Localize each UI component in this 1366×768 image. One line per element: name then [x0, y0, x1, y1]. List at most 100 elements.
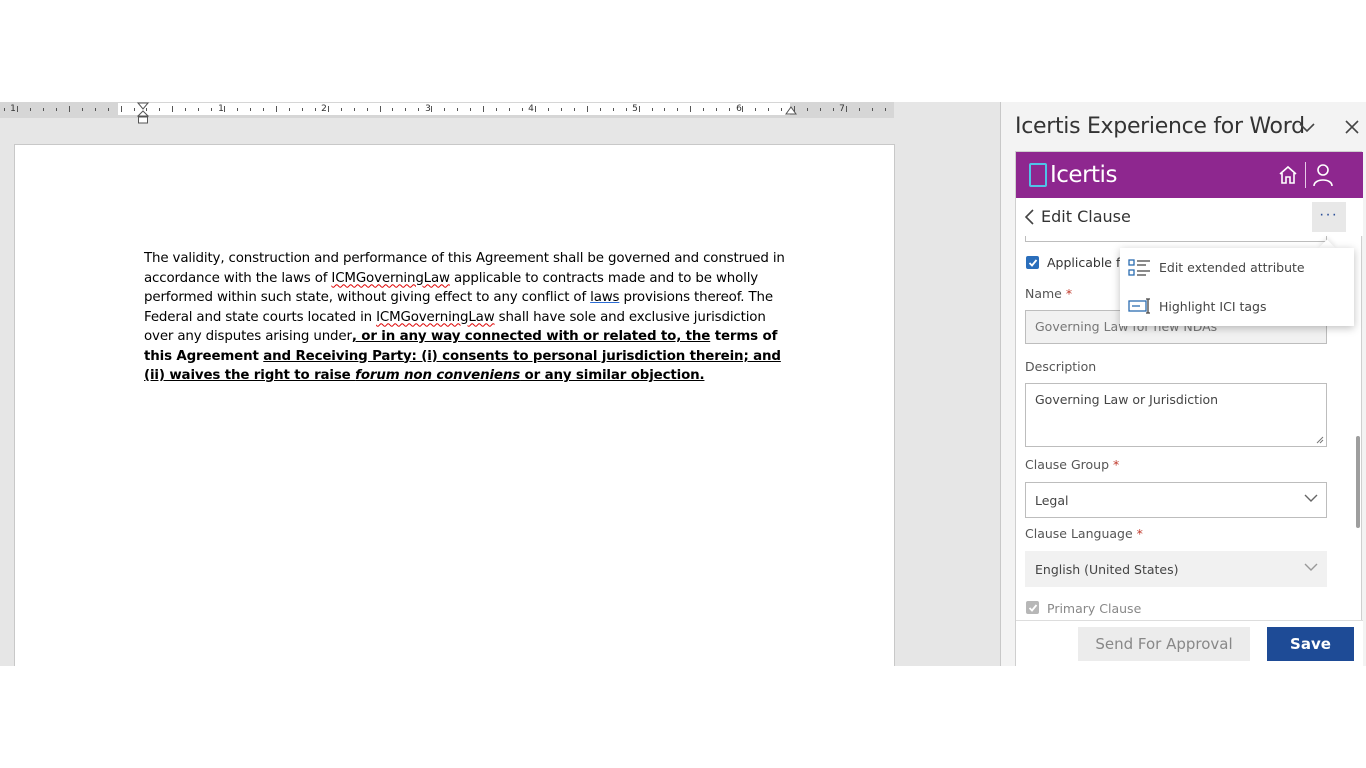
ruler-tick — [626, 108, 627, 111]
ruler-tick — [159, 108, 160, 111]
ruler-tick — [146, 108, 147, 111]
ruler-tick — [742, 106, 743, 112]
task-pane: Icertis Experience for Word Icertis Edit… — [1001, 102, 1366, 666]
right-indent-marker-icon[interactable] — [785, 106, 797, 118]
icertis-addin: Icertis Edit Clause ··· Applicable fo Na… — [1015, 151, 1363, 666]
ruler-tick — [652, 108, 653, 111]
resize-grip-icon[interactable] — [1316, 436, 1324, 444]
ruler-tick — [17, 106, 18, 112]
clause-group-label: Clause Group * — [1025, 457, 1120, 472]
ruler-tick — [470, 108, 471, 111]
menu-item-edit-extended-attribute[interactable]: Edit extended attribute — [1120, 248, 1354, 287]
ruler-tick — [859, 108, 860, 111]
ruler-tick — [263, 108, 264, 111]
menu-item-highlight-ici-tags[interactable]: Highlight ICI tags — [1120, 287, 1354, 326]
home-icon[interactable] — [1277, 164, 1299, 186]
tag-highlight-icon — [1128, 298, 1150, 314]
divider — [1305, 162, 1306, 188]
horizontal-ruler[interactable]: 1 1 2 3 4 5 6 7 — [0, 102, 894, 124]
laws-word: laws — [590, 290, 620, 305]
ruler-tick — [483, 106, 484, 112]
ruler-tick — [768, 108, 769, 111]
ruler-tick — [807, 108, 808, 111]
ici-tag-governing-law[interactable]: ICMGoverningLaw — [331, 271, 450, 286]
ruler-tick — [392, 108, 393, 111]
ruler-tick — [302, 108, 303, 111]
ruler-tick — [95, 108, 96, 111]
menu-item-label: Edit extended attribute — [1159, 260, 1305, 275]
previous-field — [1025, 236, 1327, 242]
back-chevron-icon[interactable] — [1023, 208, 1035, 226]
ruler-tick — [56, 108, 57, 111]
ruler-tick — [846, 106, 847, 112]
chevron-down-icon[interactable] — [1297, 118, 1317, 138]
ruler-tick — [121, 106, 122, 112]
ici-tag-governing-law[interactable]: ICMGoverningLaw — [376, 310, 495, 325]
tracked-insertion: or any similar objection. — [520, 368, 705, 383]
ruler-tick — [237, 108, 238, 111]
ruler-tick — [509, 108, 510, 111]
icertis-logo: Icertis — [1029, 162, 1117, 188]
ruler-tick — [367, 108, 368, 111]
ruler-tick — [198, 108, 199, 111]
ruler-tick — [315, 108, 316, 111]
tracked-insertion-italic: forum non conveniens — [355, 368, 521, 383]
ruler-tick — [664, 108, 665, 111]
check-icon — [1028, 604, 1038, 612]
chevron-down-icon — [1304, 494, 1318, 502]
ruler-tick — [677, 108, 678, 111]
ruler-tick — [224, 106, 225, 112]
ruler-tick — [328, 106, 329, 112]
ruler-tick — [522, 108, 523, 111]
ruler-tick — [885, 108, 886, 111]
document-page[interactable]: The validity, construction and performan… — [14, 144, 895, 666]
ruler-tick — [354, 108, 355, 111]
icertis-logo-icon — [1029, 163, 1047, 187]
save-button[interactable]: Save — [1267, 627, 1354, 661]
word-window: 1 1 2 3 4 5 6 7 The validity, constructi… — [0, 102, 1366, 666]
ruler-tick — [535, 106, 536, 112]
chevron-down-icon — [1304, 563, 1318, 571]
primary-clause-checkbox[interactable] — [1026, 601, 1039, 614]
clause-group-select[interactable]: Legal — [1025, 482, 1327, 518]
scrollbar-thumb[interactable] — [1356, 436, 1360, 528]
clause-group-value: Legal — [1035, 493, 1069, 508]
ruler-tick — [755, 108, 756, 111]
ruler-tick — [820, 108, 821, 111]
clause-language-value: English (United States) — [1035, 562, 1179, 577]
ruler-tick — [405, 108, 406, 111]
ruler-tick — [185, 108, 186, 111]
ruler-tick — [703, 108, 704, 111]
description-label: Description — [1025, 359, 1097, 374]
ruler-tick — [716, 108, 717, 111]
ruler-tick — [211, 108, 212, 111]
ruler-tick — [444, 108, 445, 111]
clause-language-select[interactable]: English (United States) — [1025, 551, 1327, 587]
ruler-tick — [872, 108, 873, 111]
ruler-tick — [496, 108, 497, 111]
close-icon[interactable] — [1343, 118, 1361, 136]
ruler-tick — [600, 108, 601, 111]
ruler-tick — [613, 108, 614, 111]
applicable-checkbox[interactable] — [1026, 256, 1039, 269]
indent-marker-icon[interactable] — [137, 102, 149, 124]
ruler-tick — [457, 108, 458, 111]
more-options-button[interactable]: ··· — [1312, 202, 1346, 232]
description-field[interactable]: Governing Law or Jurisdiction — [1025, 383, 1327, 447]
ruler-tick — [43, 108, 44, 111]
ruler-tick — [587, 106, 588, 112]
ruler-tick — [172, 106, 173, 112]
user-icon[interactable] — [1312, 163, 1334, 187]
ellipsis-icon: ··· — [1319, 206, 1338, 223]
ruler-tick — [276, 106, 277, 112]
ruler-tick — [250, 108, 251, 111]
form-footer: Send For Approval Save — [1016, 620, 1363, 666]
ruler-tick — [289, 108, 290, 111]
send-for-approval-button[interactable]: Send For Approval — [1078, 627, 1250, 661]
ruler-tick — [418, 108, 419, 111]
clause-paragraph[interactable]: The validity, construction and performan… — [144, 249, 794, 386]
ruler-tick — [380, 106, 381, 112]
ruler-tick — [341, 108, 342, 111]
ruler-tick — [431, 106, 432, 112]
applicable-label: Applicable fo — [1047, 255, 1129, 270]
